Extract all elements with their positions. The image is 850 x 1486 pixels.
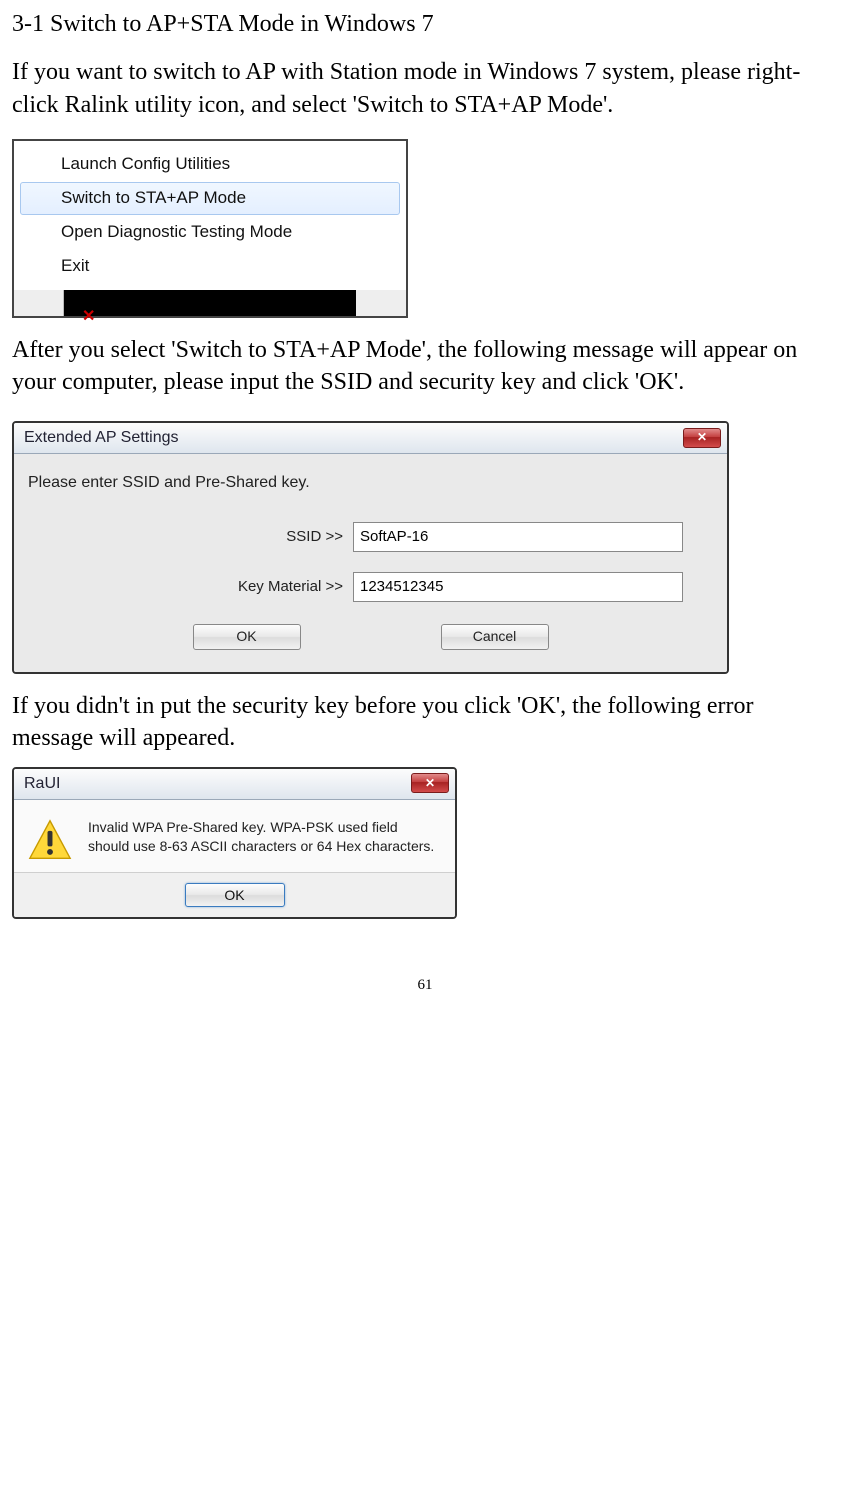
error-message: Invalid WPA Pre-Shared key. WPA-PSK used…: [88, 818, 441, 856]
ssid-label: SSID >>: [28, 527, 353, 547]
section-heading: 3-1 Switch to AP+STA Mode in Windows 7: [12, 8, 838, 40]
intro-paragraph: If you want to switch to AP with Station…: [12, 56, 838, 121]
mid-paragraph: After you select 'Switch to STA+AP Mode'…: [12, 334, 838, 399]
dialog-instruction: Please enter SSID and Pre-Shared key.: [28, 472, 713, 494]
after-dialog-paragraph: If you didn't in put the security key be…: [12, 690, 838, 755]
page-number: 61: [12, 975, 838, 995]
menu-shadow-bar: [14, 290, 406, 316]
close-icon: ✕: [425, 775, 435, 791]
menu-item-exit[interactable]: Exit: [20, 250, 400, 283]
error-dialog-title: RaUI: [24, 773, 60, 795]
key-material-label: Key Material >>: [28, 577, 353, 597]
error-ok-button[interactable]: OK: [185, 883, 285, 907]
ssid-input[interactable]: [353, 522, 683, 552]
ok-button[interactable]: OK: [193, 624, 301, 650]
error-close-button[interactable]: ✕: [411, 773, 449, 793]
extended-ap-settings-dialog: Extended AP Settings ✕ Please enter SSID…: [12, 421, 729, 674]
raui-error-dialog: RaUI ✕ Invalid WPA Pre-Shared key. WPA-P…: [12, 767, 457, 920]
warning-icon: [28, 818, 72, 862]
error-dialog-titlebar: RaUI ✕: [14, 769, 455, 801]
key-material-input[interactable]: [353, 572, 683, 602]
close-icon: ✕: [697, 429, 707, 445]
menu-item-launch-config[interactable]: Launch Config Utilities: [20, 148, 400, 181]
cancel-button[interactable]: Cancel: [441, 624, 549, 650]
menu-item-open-diag[interactable]: Open Diagnostic Testing Mode: [20, 216, 400, 249]
close-button[interactable]: ✕: [683, 428, 721, 448]
dialog-title: Extended AP Settings: [24, 427, 178, 449]
menu-item-switch-mode[interactable]: Switch to STA+AP Mode: [20, 182, 400, 215]
context-menu-screenshot: Launch Config Utilities Switch to STA+AP…: [12, 139, 408, 318]
dialog-titlebar: Extended AP Settings ✕: [14, 423, 727, 455]
